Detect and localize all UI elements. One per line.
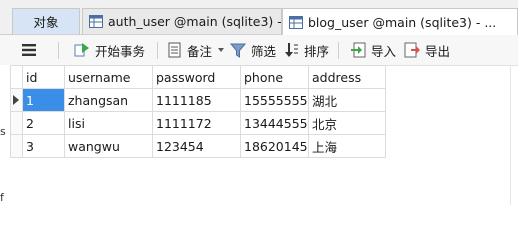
column-header[interactable]: phone [240, 65, 309, 89]
table-cell[interactable]: 3 [22, 134, 65, 158]
column-header[interactable]: id [22, 65, 65, 89]
row-indicator[interactable] [10, 111, 23, 135]
row-indicator-header [10, 65, 23, 89]
column-header[interactable]: username [64, 65, 153, 89]
column-header[interactable]: address [308, 65, 386, 89]
table-icon [289, 15, 303, 29]
table-row[interactable]: 3 wangwu 123454 186201455 上海 [10, 134, 386, 158]
tab-objects-label: 对象 [33, 15, 59, 30]
table-cell[interactable]: 1111172 [152, 111, 241, 135]
side-text: s [0, 125, 6, 138]
grid-right-border [510, 65, 511, 205]
begin-transaction-button[interactable]: 开始事务 [74, 40, 145, 60]
table-cell[interactable]: 上海 [308, 134, 386, 158]
sort-label: 排序 [304, 43, 330, 59]
sort-button[interactable]: 排序 [285, 40, 329, 60]
data-grid: id username password phone address 1 zha… [10, 65, 386, 158]
hamburger-menu-icon [22, 44, 36, 56]
memo-button[interactable]: 备注 [168, 40, 231, 60]
table-cell[interactable]: 123454 [152, 134, 241, 158]
current-row-arrow-icon [13, 95, 19, 105]
filter-label: 筛选 [251, 43, 277, 59]
table-cell[interactable]: 湖北 [308, 88, 386, 112]
table-row[interactable]: 1 zhangsan 1111185 155555555 湖北 [10, 88, 386, 112]
side-text: f [0, 191, 4, 204]
toolbar-divider [157, 42, 158, 59]
tab-auth-user[interactable]: auth_user @main (sqlite3) - ... [82, 8, 282, 34]
table-cell[interactable]: 北京 [308, 111, 386, 135]
memo-label: 备注 [187, 43, 213, 59]
row-indicator[interactable] [10, 134, 23, 158]
sort-icon [285, 43, 298, 57]
table-cell[interactable]: zhangsan [64, 88, 153, 112]
table-cell[interactable]: 186201455 [240, 134, 309, 158]
transaction-icon [74, 43, 89, 57]
left-pane: s f [0, 65, 10, 205]
table-cell[interactable]: 134445553 [240, 111, 309, 135]
tab-blog-user-label: blog_user @main (sqlite3) - ... [308, 14, 497, 30]
tab-blog-user[interactable]: blog_user @main (sqlite3) - ... [282, 8, 518, 35]
table-cell[interactable]: 1111185 [152, 88, 241, 112]
menu-button[interactable] [22, 40, 41, 60]
header-row: id username password phone address [10, 65, 386, 89]
import-icon [351, 42, 366, 58]
table-row[interactable]: 2 lisi 1111172 134445553 北京 [10, 111, 386, 135]
filter-button[interactable]: 筛选 [230, 40, 276, 60]
begin-transaction-label: 开始事务 [95, 43, 146, 59]
export-button[interactable]: 导出 [404, 40, 450, 60]
import-button[interactable]: 导入 [350, 40, 396, 60]
table-cell[interactable]: wangwu [64, 134, 153, 158]
tab-auth-user-label: auth_user @main (sqlite3) - ... [108, 14, 282, 29]
export-label: 导出 [425, 43, 451, 59]
table-cell[interactable]: 155555555 [240, 88, 309, 112]
export-icon [404, 42, 420, 58]
tab-objects[interactable]: 对象 [12, 8, 80, 34]
table-cell[interactable]: 2 [22, 111, 65, 135]
chevron-down-icon [218, 48, 225, 52]
table-cell[interactable]: lisi [64, 111, 153, 135]
toolbar: 开始事务 备注 筛选 排序 导入 导出 [0, 35, 518, 66]
tab-bar: 对象 auth_user @main (sqlite3) - ... blog_… [0, 0, 518, 35]
memo-icon [168, 42, 181, 58]
filter-icon [230, 43, 246, 58]
row-indicator[interactable] [10, 88, 23, 112]
table-cell[interactable]: 1 [22, 88, 65, 112]
column-header[interactable]: password [152, 65, 241, 89]
import-label: 导入 [371, 43, 397, 59]
toolbar-divider [338, 42, 339, 59]
toolbar-divider [58, 42, 59, 59]
table-icon [89, 15, 103, 28]
